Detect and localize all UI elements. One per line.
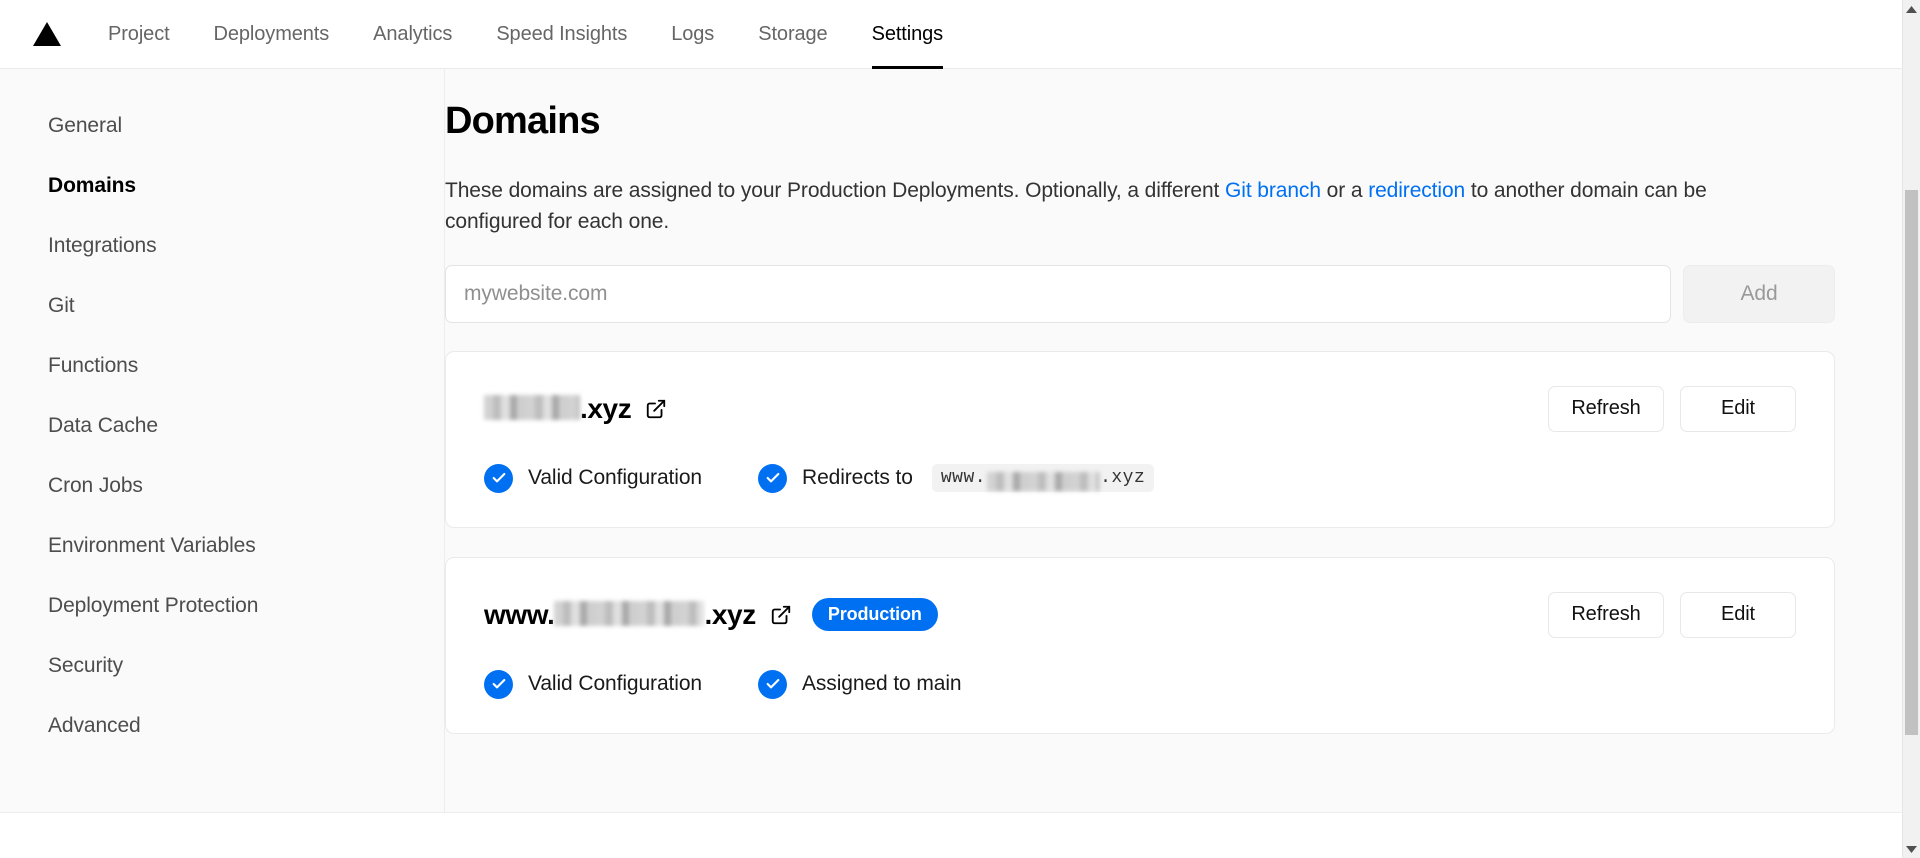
- tab-deployments[interactable]: Deployments: [192, 0, 352, 69]
- edit-button[interactable]: Edit: [1680, 385, 1796, 432]
- domain-name-prefix: www.: [484, 598, 555, 630]
- tab-speed-insights-label: Speed Insights: [496, 22, 628, 45]
- sidebar-item-label: Cron Jobs: [48, 474, 143, 497]
- content-area: General Domains Integrations Git Functio…: [0, 69, 1902, 812]
- scroll-down-arrow-icon[interactable]: [1903, 840, 1920, 858]
- redirection-link[interactable]: redirection: [1368, 179, 1465, 202]
- check-circle-icon: [484, 669, 513, 699]
- sidebar-item-label: Data Cache: [48, 414, 158, 437]
- sidebar-item-data-cache[interactable]: Data Cache: [0, 396, 444, 456]
- app-root: Project Deployments Analytics Speed Insi…: [0, 0, 1920, 858]
- domain-card: www. .xyz Production Refresh Edit Valid …: [445, 556, 1835, 734]
- status-redirects-to: Redirects to www. .xyz: [758, 463, 1155, 493]
- production-status-badge: Production: [811, 598, 938, 632]
- domain-card-actions: Refresh Edit: [1548, 591, 1796, 638]
- sidebar-item-functions[interactable]: Functions: [0, 336, 444, 396]
- sidebar-item-general[interactable]: General: [0, 96, 444, 156]
- domain-card: .xyz Refresh Edit Valid Configuration Re…: [445, 350, 1835, 528]
- status-label: Valid Configuration: [528, 672, 702, 696]
- domain-name-text: .xyz: [484, 392, 632, 425]
- description-part-2: or a: [1320, 178, 1369, 202]
- sidebar-item-label: Functions: [48, 354, 139, 377]
- check-circle-icon: [758, 463, 787, 493]
- tab-storage-label: Storage: [758, 22, 828, 45]
- tab-project[interactable]: Project: [86, 0, 192, 69]
- tab-logs-label: Logs: [671, 22, 715, 45]
- nav-tabs: Project Deployments Analytics Speed Insi…: [86, 0, 965, 69]
- domain-card-header: www. .xyz Production Refresh Edit: [484, 591, 1796, 638]
- scrollbar-thumb[interactable]: [1905, 190, 1918, 735]
- main-panel: Domains These domains are assigned to yo…: [445, 69, 1902, 812]
- external-link-icon[interactable]: [645, 398, 667, 420]
- redirect-target-code: www. .xyz: [931, 464, 1155, 493]
- domain-name-suffix: .xyz: [704, 598, 756, 630]
- sidebar-item-label: Advanced: [48, 714, 141, 737]
- refresh-button[interactable]: Refresh: [1548, 385, 1664, 432]
- redirect-code-prefix: www.: [940, 468, 987, 489]
- add-domain-form: Add: [445, 264, 1835, 323]
- external-link-icon[interactable]: [770, 604, 792, 626]
- vertical-scrollbar[interactable]: [1902, 0, 1920, 858]
- sidebar-item-integrations[interactable]: Integrations: [0, 216, 444, 276]
- redacted-redirect-label: [987, 471, 1100, 491]
- domain-name: .xyz: [484, 393, 667, 425]
- refresh-button[interactable]: Refresh: [1548, 591, 1664, 638]
- tab-settings-label: Settings: [871, 22, 944, 45]
- tab-analytics-label: Analytics: [373, 22, 453, 45]
- domain-status-row: Valid Configuration Assigned to main: [484, 669, 1796, 699]
- tab-storage[interactable]: Storage: [736, 0, 849, 69]
- page-viewport: Project Deployments Analytics Speed Insi…: [0, 0, 1902, 812]
- status-label: Assigned to main: [802, 672, 962, 696]
- sidebar-item-cron-jobs[interactable]: Cron Jobs: [0, 456, 444, 516]
- domain-status-row: Valid Configuration Redirects to www. .xy…: [484, 463, 1796, 493]
- check-circle-icon: [484, 463, 513, 493]
- vercel-triangle-logo[interactable]: [30, 19, 64, 49]
- domain-name-text: www. .xyz: [484, 599, 756, 631]
- sidebar-item-label: Domains: [48, 174, 136, 197]
- scroll-up-arrow-icon[interactable]: [1903, 0, 1920, 18]
- sidebar-item-deployment-protection[interactable]: Deployment Protection: [0, 576, 444, 636]
- tab-settings[interactable]: Settings: [850, 0, 965, 69]
- sidebar-item-label: Deployment Protection: [48, 594, 259, 617]
- sidebar-item-label: Git: [48, 294, 75, 317]
- status-label: Redirects to: [802, 466, 913, 490]
- check-circle-icon: [758, 669, 787, 699]
- edit-button[interactable]: Edit: [1680, 591, 1796, 638]
- top-navigation-bar: Project Deployments Analytics Speed Insi…: [0, 0, 1902, 69]
- domain-card-actions: Refresh Edit: [1548, 385, 1796, 432]
- sidebar-item-git[interactable]: Git: [0, 276, 444, 336]
- page-title: Domains: [445, 100, 601, 142]
- domain-name: www. .xyz Production: [484, 598, 938, 632]
- status-valid-configuration: Valid Configuration: [484, 669, 702, 699]
- tab-deployments-label: Deployments: [213, 22, 330, 45]
- domain-card-header: .xyz Refresh Edit: [484, 385, 1796, 432]
- git-branch-link[interactable]: Git branch: [1225, 179, 1321, 202]
- tab-logs[interactable]: Logs: [649, 0, 736, 69]
- redirect-code-suffix: .xyz: [1100, 468, 1146, 489]
- sidebar-item-advanced[interactable]: Advanced: [0, 696, 444, 756]
- tab-speed-insights[interactable]: Speed Insights: [474, 0, 649, 69]
- sidebar-item-label: Integrations: [48, 234, 157, 257]
- status-label: Valid Configuration: [528, 466, 702, 490]
- sidebar-item-label: Security: [48, 654, 124, 677]
- add-domain-button[interactable]: Add: [1683, 264, 1835, 323]
- domain-input[interactable]: [445, 264, 1671, 323]
- page-description: These domains are assigned to your Produ…: [445, 175, 1775, 237]
- description-part-1: These domains are assigned to your Produ…: [445, 178, 1226, 202]
- sidebar-item-domains[interactable]: Domains: [0, 156, 444, 216]
- status-valid-configuration: Valid Configuration: [484, 463, 702, 493]
- redacted-domain-label: [554, 600, 705, 626]
- domain-name-suffix: .xyz: [580, 392, 632, 424]
- sidebar-item-label: General: [48, 114, 123, 137]
- settings-sidebar: General Domains Integrations Git Functio…: [0, 69, 445, 812]
- status-assigned-to-branch: Assigned to main: [758, 669, 962, 699]
- sidebar-item-label: Environment Variables: [48, 534, 256, 557]
- tab-project-label: Project: [108, 22, 170, 45]
- sidebar-item-environment-variables[interactable]: Environment Variables: [0, 516, 444, 576]
- tab-analytics[interactable]: Analytics: [351, 0, 474, 69]
- sidebar-item-security[interactable]: Security: [0, 636, 444, 696]
- redacted-domain-label: [484, 394, 580, 420]
- page-bottom-area: [0, 812, 1902, 858]
